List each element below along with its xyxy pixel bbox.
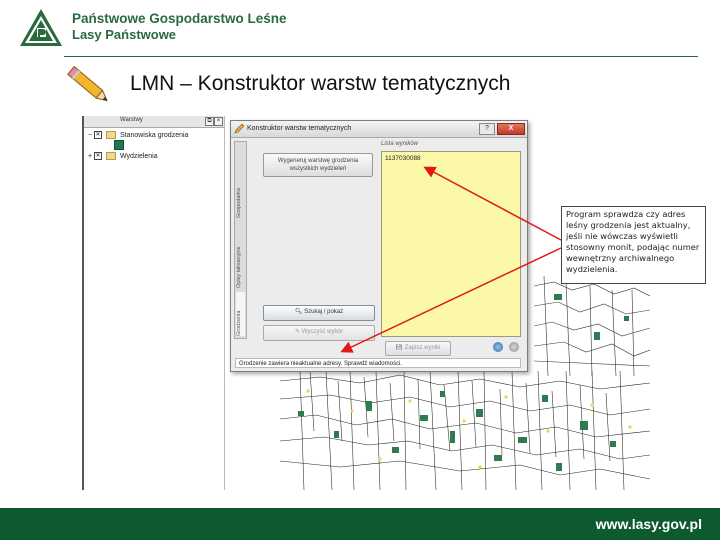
list-item[interactable]: 1137030088 [385, 155, 421, 162]
tab-gospodarka[interactable]: Gospodarka [236, 152, 245, 218]
org-name-line1: Państwowe Gospodarstwo Leśne [72, 11, 287, 26]
status-message: Grodzenie zawiera nieaktualne adresy. Sp… [235, 358, 521, 368]
clear-selection-button[interactable]: ✎ Wyczyść wybór [263, 325, 375, 341]
power-icon[interactable] [509, 342, 519, 352]
results-list[interactable]: 1137030088 [381, 151, 521, 337]
results-list-label: Lista wyników [381, 141, 419, 147]
folder-icon [106, 131, 116, 139]
map-canvas[interactable] [280, 371, 650, 490]
save-button-label: Zapisz wyniki [404, 345, 441, 351]
generate-layer-button[interactable]: Wygeneruj warstwę grodzenia wszystkich w… [263, 153, 373, 177]
org-name-line2: Lasy Państwowe [72, 27, 177, 42]
dialog-title: Konstruktor warstw tematycznych [247, 125, 352, 132]
clear-button-label: Wyczyść wybór [301, 329, 343, 335]
help-button[interactable]: ? [479, 123, 495, 135]
layers-panel: Warstwy ⧉ × − ✕ Stanowiska grodzenia + ✕… [84, 116, 225, 490]
settings-icon[interactable] [493, 342, 503, 352]
lasy-panstwowe-logo [20, 9, 62, 46]
pencil-icon [234, 123, 245, 134]
layer-item[interactable]: + ✕ Wydzielenia [88, 152, 158, 160]
annotation-callout: Program sprawdza czy adres leśny grodzen… [561, 206, 706, 284]
layer-checkbox[interactable]: ✕ [94, 152, 103, 160]
layer-label: Wydzielenia [119, 152, 158, 160]
thematic-layer-builder-dialog: Konstruktor warstw tematycznych ? X Grod… [230, 120, 528, 372]
layer-checkbox[interactable]: ✕ [94, 131, 103, 139]
expand-icon[interactable]: + [88, 153, 92, 160]
dialog-titlebar[interactable]: Konstruktor warstw tematycznych ? X [231, 121, 527, 138]
layer-symbol-swatch [114, 140, 124, 150]
slide-title: LMN – Konstruktor warstw tematycznych [130, 72, 511, 95]
close-button[interactable]: X [497, 123, 525, 135]
save-results-button[interactable]: 💾︎ Zapisz wyniki [385, 341, 451, 356]
header-divider [64, 56, 698, 57]
dialog-left-pane: Wygeneruj warstwę grodzenia wszystkich w… [247, 141, 375, 341]
folder-icon [106, 152, 116, 160]
save-icon: 💾︎ [395, 345, 405, 351]
layer-item[interactable]: − ✕ Stanowiska grodzenia [88, 131, 188, 139]
close-panel-button[interactable]: × [214, 117, 223, 126]
eraser-icon: ✎ [295, 329, 302, 335]
tab-opisy-taksacyjne[interactable]: Opisy taksacyjne [236, 222, 245, 288]
search-button-label: Szukaj / pokaż [304, 309, 344, 315]
footer-url[interactable]: www.lasy.gov.pl [596, 516, 702, 532]
layers-panel-header: Warstwy ⧉ × [84, 116, 224, 128]
magnifier-icon: 🔍︎ [294, 309, 305, 315]
float-panel-button[interactable]: ⧉ [205, 117, 214, 126]
pencil-icon [67, 65, 108, 102]
footer-bar: www.lasy.gov.pl [0, 508, 720, 540]
gis-screenshot: Warstwy ⧉ × − ✕ Stanowiska grodzenia + ✕… [82, 116, 650, 490]
expand-icon[interactable]: − [88, 132, 92, 139]
search-button[interactable]: 🔍︎ Szukaj / pokaż [263, 305, 375, 321]
layer-label: Stanowiska grodzenia [119, 131, 189, 139]
vertical-tabs: Grodzenia Opisy taksacyjne Gospodarka [234, 141, 247, 339]
layers-panel-title: Warstwy [120, 117, 143, 123]
tab-grodzenia[interactable]: Grodzenia [236, 292, 245, 336]
